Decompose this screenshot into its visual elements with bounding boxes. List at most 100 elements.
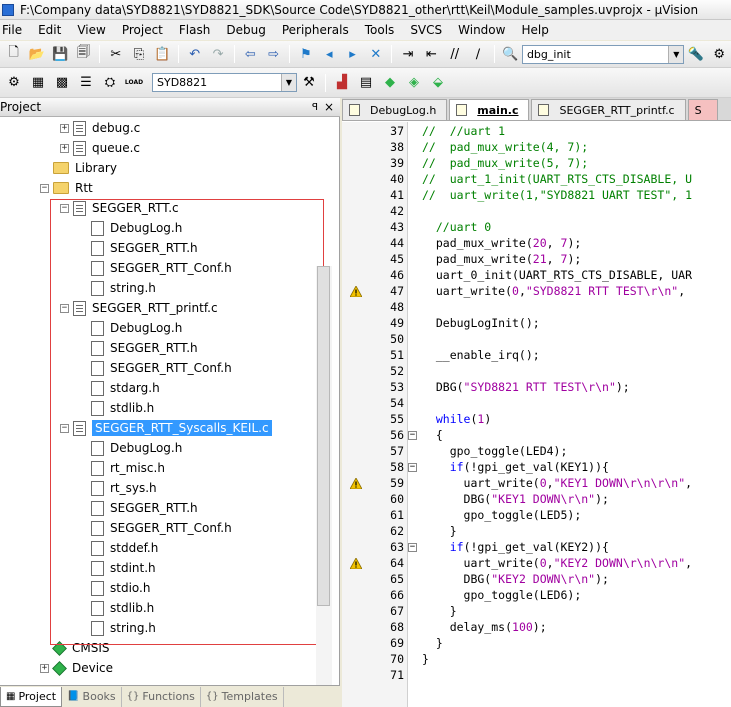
copy-icon[interactable]: ⎘ bbox=[129, 44, 148, 64]
clear-bookmarks-icon[interactable]: ✕ bbox=[366, 44, 385, 64]
line-number: 60 bbox=[390, 492, 404, 506]
code-text: // pad_mux_write(5, 7); bbox=[422, 156, 589, 170]
menu-item-svcs[interactable]: SVCS bbox=[402, 23, 450, 37]
manage-components-icon[interactable]: ▤ bbox=[356, 73, 376, 93]
menu-item-view[interactable]: View bbox=[69, 23, 113, 37]
code-text: while(1) bbox=[435, 412, 492, 426]
fold-icon[interactable]: − bbox=[408, 463, 417, 472]
pin-icon[interactable]: ꟼ bbox=[312, 102, 318, 113]
tree-item[interactable]: + debug.c bbox=[60, 118, 140, 138]
editor-tab-s[interactable]: S bbox=[687, 99, 718, 120]
menu-item-peripherals[interactable]: Peripherals bbox=[274, 23, 357, 37]
new-file-icon[interactable]: 🗋 bbox=[4, 44, 23, 64]
indent-icon[interactable]: ⇥ bbox=[398, 44, 417, 64]
nav-forward-icon[interactable]: ⇨ bbox=[264, 44, 283, 64]
vertical-scrollbar[interactable] bbox=[316, 266, 332, 686]
expand-icon[interactable]: + bbox=[60, 143, 69, 153]
line-number: 62 bbox=[390, 524, 404, 538]
warning-icon[interactable] bbox=[350, 286, 362, 297]
unindent-icon[interactable]: ⇤ bbox=[422, 44, 441, 64]
open-folder-icon[interactable]: 📂 bbox=[27, 44, 46, 64]
config-icon[interactable]: ⚙ bbox=[710, 44, 729, 64]
scrollbar-thumb[interactable] bbox=[317, 266, 330, 606]
collapse-icon[interactable]: − bbox=[40, 183, 49, 193]
run-time-env-icon[interactable]: ◈ bbox=[404, 73, 424, 93]
code-line: 61 gpo_toggle(LED5); bbox=[342, 508, 731, 524]
code-text: pad_mux_write(21, 7); bbox=[422, 252, 582, 266]
close-icon[interactable]: × bbox=[324, 100, 334, 114]
tab-books[interactable]: 📘 Books bbox=[62, 686, 122, 707]
undo-icon[interactable]: ↶ bbox=[185, 44, 204, 64]
save-icon[interactable]: 💾 bbox=[51, 44, 70, 64]
tree-item[interactable]: Library bbox=[40, 158, 117, 178]
line-number: 45 bbox=[390, 252, 404, 266]
comment-icon[interactable]: // bbox=[445, 44, 464, 64]
tree-item[interactable]: + queue.c bbox=[60, 138, 140, 158]
fold-icon[interactable]: − bbox=[408, 543, 417, 552]
select-software-packs-icon[interactable]: ⬙ bbox=[428, 73, 448, 93]
menu-item-project[interactable]: Project bbox=[114, 23, 171, 37]
line-number: 37 bbox=[390, 124, 404, 138]
find-combo[interactable]: dbg_init ▼ bbox=[521, 44, 685, 64]
code-editor: DebugLog.h main.c SEGGER_RTT_printf.c S 37 /… bbox=[342, 98, 731, 707]
file-extensions-icon[interactable]: ▟ bbox=[332, 73, 352, 93]
toolbar-separator bbox=[391, 45, 393, 63]
tab-functions[interactable]: {} Functions bbox=[122, 686, 201, 707]
editor-tab-main-c[interactable]: main.c bbox=[449, 99, 530, 120]
code-text: DBG("KEY1 DOWN\r\n"); bbox=[422, 492, 609, 506]
chevron-down-icon[interactable]: ▼ bbox=[281, 74, 296, 91]
menu-item-tools[interactable]: Tools bbox=[357, 23, 403, 37]
menu-item-debug[interactable]: Debug bbox=[218, 23, 273, 37]
prev-bookmark-icon[interactable]: ◂ bbox=[320, 44, 339, 64]
expand-icon[interactable]: + bbox=[60, 123, 69, 133]
tab-templates[interactable]: {} Templates bbox=[201, 686, 284, 707]
project-panel: Project ꟼ × + debug.c + queue.c Library − Rtt −… bbox=[0, 98, 340, 707]
paste-icon[interactable]: 📋 bbox=[153, 44, 172, 64]
menu-item-file[interactable]: File bbox=[0, 23, 30, 37]
next-bookmark-icon[interactable]: ▸ bbox=[343, 44, 362, 64]
pack-installer-icon[interactable]: ◆ bbox=[380, 73, 400, 93]
warning-icon[interactable] bbox=[350, 558, 362, 569]
code-text: //uart 0 bbox=[422, 220, 492, 234]
line-number: 38 bbox=[390, 140, 404, 154]
menu-item-window[interactable]: Window bbox=[450, 23, 513, 37]
load-icon[interactable]: LOAD bbox=[124, 73, 144, 93]
menu-item-help[interactable]: Help bbox=[513, 23, 556, 37]
expand-icon[interactable]: + bbox=[40, 663, 49, 673]
tab-project[interactable]: ▦ Project bbox=[0, 686, 63, 707]
translate-icon[interactable]: ⚙ bbox=[4, 73, 24, 93]
stop-build-icon[interactable]: ⛭ bbox=[100, 73, 120, 93]
nav-back-icon[interactable]: ⇦ bbox=[241, 44, 260, 64]
bookmark-icon[interactable]: ⚑ bbox=[296, 44, 315, 64]
code-text: DBG("KEY2 DOWN\r\n"); bbox=[422, 572, 609, 586]
save-all-icon[interactable]: 🗐 bbox=[74, 44, 93, 64]
find-in-files-icon[interactable]: 🔍 bbox=[501, 44, 520, 64]
code-text: gpo_toggle(LED6); bbox=[422, 588, 582, 602]
rebuild-icon[interactable]: ▩ bbox=[52, 73, 72, 93]
menu-item-edit[interactable]: Edit bbox=[30, 23, 69, 37]
chevron-down-icon[interactable]: ▼ bbox=[668, 45, 684, 63]
target-combo[interactable]: SYD8821 ▼ bbox=[152, 73, 297, 92]
warning-icon[interactable] bbox=[350, 478, 362, 489]
line-number: 64 bbox=[390, 556, 404, 570]
tree-item[interactable]: − Rtt bbox=[40, 178, 93, 198]
redo-icon[interactable]: ↷ bbox=[208, 44, 227, 64]
code-text: __enable_irq(); bbox=[422, 348, 540, 362]
toolbar-separator bbox=[493, 45, 495, 63]
editor-tab-segger-rtt-printf-c[interactable]: SEGGER_RTT_printf.c bbox=[531, 99, 686, 120]
uncomment-icon[interactable]: ∕ bbox=[468, 44, 487, 64]
fold-icon[interactable]: − bbox=[408, 431, 417, 440]
cut-icon[interactable]: ✂ bbox=[106, 44, 125, 64]
code-text: } bbox=[422, 636, 443, 650]
build-icon[interactable]: ▦ bbox=[28, 73, 48, 93]
code-line: 64 uart_write(0,"KEY2 DOWN\r\n\r\n", bbox=[342, 556, 731, 572]
batch-build-icon[interactable]: ☰ bbox=[76, 73, 96, 93]
code-line: 59 uart_write(0,"KEY1 DOWN\r\n\r\n", bbox=[342, 476, 731, 492]
code-area[interactable]: 37 // //uart 1 38 // pad_mux_write(4, 7); 39… bbox=[342, 122, 731, 707]
find-icon[interactable]: 🔦 bbox=[686, 44, 705, 64]
tree-item[interactable]: + Device bbox=[40, 658, 113, 678]
editor-tab-debuglog-h[interactable]: DebugLog.h bbox=[342, 99, 448, 120]
menu-item-flash[interactable]: Flash bbox=[171, 23, 218, 37]
target-options-icon[interactable]: ⚒ bbox=[299, 73, 319, 93]
code-line: 68 delay_ms(100); bbox=[342, 620, 731, 636]
